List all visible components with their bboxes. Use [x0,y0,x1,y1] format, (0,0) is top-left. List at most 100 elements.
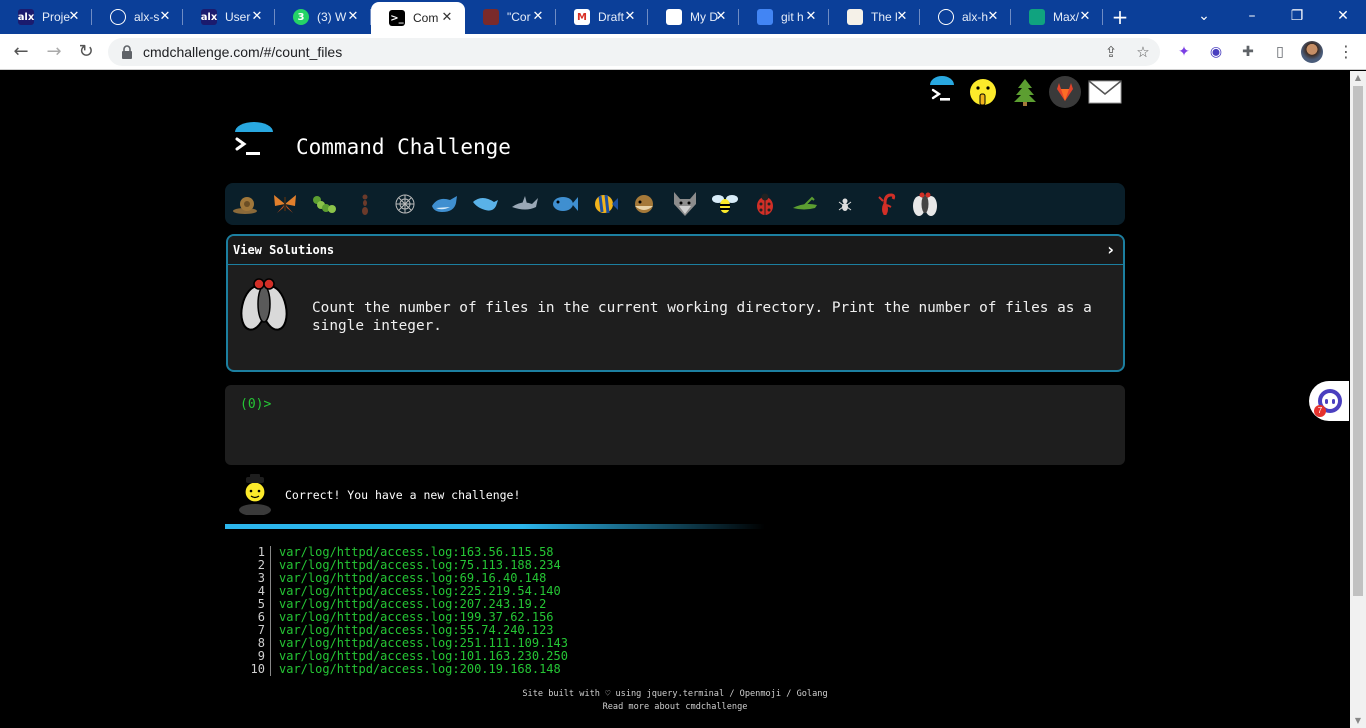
back-arrow-icon[interactable]: ← [9,40,33,64]
ant-icon[interactable] [350,190,380,218]
page-scrollbar[interactable]: ▲ ▼ [1350,71,1366,728]
gmail-icon: M [574,9,590,25]
tab-close-icon[interactable]: ✕ [1077,9,1093,25]
tab-search-chevron-icon[interactable]: ⌄ [1192,4,1216,28]
bee-icon[interactable] [710,190,740,218]
forward-arrow-icon[interactable]: → [42,40,66,64]
scorpion-icon[interactable] [870,190,900,218]
ladybug-icon[interactable] [750,190,780,218]
line-gutter [270,650,271,663]
blowfish-icon[interactable] [630,190,660,218]
tab-close-icon[interactable]: ✕ [439,10,455,26]
bookmark-star-icon[interactable]: ☆ [1133,42,1153,62]
challenge-description: Count the number of files in the current… [312,300,1092,334]
browser-tab[interactable]: >_ Com ✕ [371,2,465,34]
tab-close-icon[interactable]: ✕ [249,9,265,25]
browser-tab[interactable]: alx Proje ✕ [0,3,92,31]
tropical-fish-icon[interactable] [590,190,620,218]
line-gutter [270,663,271,676]
line-gutter [270,637,271,650]
line-number: 8 [257,636,265,650]
butterfly-icon[interactable] [270,190,300,218]
whale-icon[interactable] [430,190,460,218]
terminal-input[interactable]: (0)> [225,385,1125,465]
view-solutions-label: View Solutions [233,243,335,257]
line-number: 10 [250,662,265,676]
footer-read-more-link[interactable]: Read more about cmdchallenge [425,701,925,714]
view-solutions-toggle[interactable]: View Solutions › [228,236,1123,265]
browser-tab[interactable]: 3 (3) W ✕ [275,3,371,31]
tab-close-icon[interactable]: ✕ [345,9,361,25]
tab-close-icon[interactable]: ✕ [803,9,819,25]
omnibox[interactable]: cmdchallenge.com/#/count_files ⇪ ☆ [108,38,1160,66]
line-gutter [270,611,271,624]
line-gutter [270,572,271,585]
envelope-icon[interactable] [1088,75,1122,109]
footer-credits[interactable]: Site built with ♡ using jquery.terminal … [425,688,925,701]
fly-icon[interactable] [910,190,940,218]
chat-extension-icon[interactable]: ◉ [1206,42,1226,62]
browser-tab[interactable]: M Draft ✕ [556,3,648,31]
shushing-face-icon[interactable] [966,75,1000,109]
line-number: 4 [257,584,265,598]
spider-icon[interactable] [830,190,860,218]
new-tab-button[interactable]: + [1109,6,1131,28]
browser-tab[interactable]: "Cor ✕ [465,3,556,31]
scrollbar-thumb[interactable] [1353,86,1363,596]
browser-tab[interactable]: git h ✕ [739,3,829,31]
tab-close-icon[interactable]: ✕ [985,9,1001,25]
scroll-down-arrow-icon[interactable]: ▼ [1353,716,1363,726]
shark-icon[interactable] [510,190,540,218]
tab-close-icon[interactable]: ✕ [713,9,729,25]
tab-close-icon[interactable]: ✕ [894,9,910,25]
challenge-icons-bar [225,183,1125,225]
browser-tab[interactable]: Max/✕ [1011,3,1103,31]
whatsapp-icon: 3 [293,9,309,25]
progress-bar [225,524,765,529]
browser-tab[interactable]: My D ✕ [648,3,739,31]
tree-icon[interactable] [1008,75,1042,109]
line-text: var/log/httpd/access.log:200.19.168.148 [279,662,561,676]
close-window-icon[interactable]: ✕ [1331,4,1355,28]
terminal-logo-icon[interactable] [925,75,959,109]
scroll-up-arrow-icon[interactable]: ▲ [1353,73,1363,83]
browser-tab[interactable]: The l ✕ [829,3,920,31]
restore-icon[interactable]: ❐ [1285,4,1309,28]
browser-tab[interactable]: alx-h ✕ [920,3,1011,31]
line-number: 7 [257,623,265,637]
wolf-icon[interactable] [670,190,700,218]
line-gutter [270,598,271,611]
snail-icon[interactable] [230,190,260,218]
cricket-icon[interactable] [790,190,820,218]
sparkle-extension-icon[interactable]: ✦ [1174,42,1194,62]
tab-close-icon[interactable]: ✕ [622,9,638,25]
spider-web-icon[interactable] [390,190,420,218]
extensions-puzzle-icon[interactable]: ✚ [1238,42,1258,62]
site-title: Command Challenge [296,135,511,159]
fish-icon[interactable] [550,190,580,218]
github-icon [938,9,954,25]
minimize-icon[interactable]: – [1240,4,1264,28]
browser-tab[interactable]: alx User ✕ [183,3,275,31]
drive-icon [666,9,682,25]
menu-kebab-icon[interactable]: ⋮ [1336,41,1356,63]
alx-logo: alx [18,9,34,25]
profile-avatar[interactable] [1301,41,1323,63]
docs-icon [757,9,773,25]
line-gutter [270,624,271,637]
chevron-right-icon[interactable]: › [1107,240,1114,259]
tab-close-icon[interactable]: ✕ [530,9,546,25]
share-icon[interactable]: ⇪ [1101,42,1121,62]
tab-close-icon[interactable]: ✕ [157,9,173,25]
alx-logo: alx [201,9,217,25]
dolphin-icon[interactable] [470,190,500,218]
gitlab-icon[interactable] [1048,75,1082,109]
url-text[interactable]: cmdchallenge.com/#/count_files [143,44,342,60]
caterpillar-icon[interactable] [310,190,340,218]
line-gutter [270,585,271,598]
tab-close-icon[interactable]: ✕ [66,9,82,25]
challenge-card: View Solutions › Count the number of fil… [226,234,1125,372]
side-panel-icon[interactable]: ▯ [1270,42,1290,62]
browser-tab[interactable]: alx-s ✕ [92,3,183,31]
reload-icon[interactable]: ↻ [74,40,98,64]
